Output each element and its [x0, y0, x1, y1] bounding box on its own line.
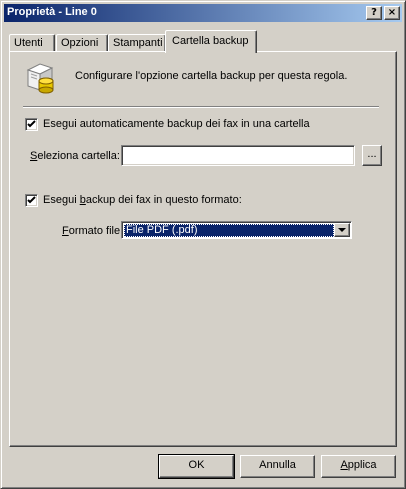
apply-rest: pplica [347, 459, 377, 471]
backup-format-checkbox-label[interactable]: Esegui backup dei fax in questo formato: [43, 194, 242, 206]
tab-opzioni[interactable]: Opzioni [56, 34, 108, 52]
format-field-label: Formato file: [62, 225, 123, 237]
format-cb-prefix: Esegui [43, 194, 80, 206]
backup-format-checkbox[interactable] [25, 194, 38, 207]
tab-stampanti[interactable]: Stampanti [108, 34, 166, 52]
close-button[interactable]: × [384, 6, 400, 20]
apply-button[interactable]: Applica [321, 455, 396, 478]
help-button[interactable]: ? [366, 6, 382, 20]
backup-folder-icon [26, 63, 54, 94]
dropdown-arrow-button[interactable] [334, 223, 350, 237]
format-cb-rest: ackup dei fax in questo formato: [85, 194, 242, 206]
file-format-selected[interactable]: File PDF (.pdf) [124, 224, 334, 237]
folder-field-label: Seleziona cartella: [30, 150, 120, 162]
apply-accel: A [340, 459, 348, 471]
format-label-rest: ormato file: [68, 225, 124, 237]
chevron-down-icon [338, 228, 346, 232]
file-format-dropdown[interactable]: File PDF (.pdf) [121, 221, 352, 239]
window-title: Proprietà - Line 0 [7, 6, 97, 18]
separator [23, 106, 379, 108]
browse-button[interactable]: ... [362, 145, 382, 166]
folder-label-rest: eleziona cartella: [37, 150, 120, 162]
header-description: Configurare l'opzione cartella backup pe… [75, 70, 348, 82]
format-label-accel: F [62, 225, 69, 237]
checkmark-icon [27, 196, 36, 204]
folder-path-input[interactable] [121, 145, 355, 166]
backup-folder-checkbox-label[interactable]: Esegui automaticamente backup dei fax in… [43, 118, 310, 130]
tab-cartella-backup[interactable]: Cartella backup [165, 30, 257, 53]
cancel-button[interactable]: Annulla [240, 455, 315, 478]
backup-folder-checkbox[interactable] [25, 118, 38, 131]
checkmark-icon [27, 120, 36, 128]
ok-button[interactable]: OK [158, 454, 235, 479]
tab-panel [9, 51, 397, 447]
title-bar[interactable]: Proprietà - Line 0 ? × [4, 4, 402, 22]
tab-utenti[interactable]: Utenti [9, 34, 55, 52]
